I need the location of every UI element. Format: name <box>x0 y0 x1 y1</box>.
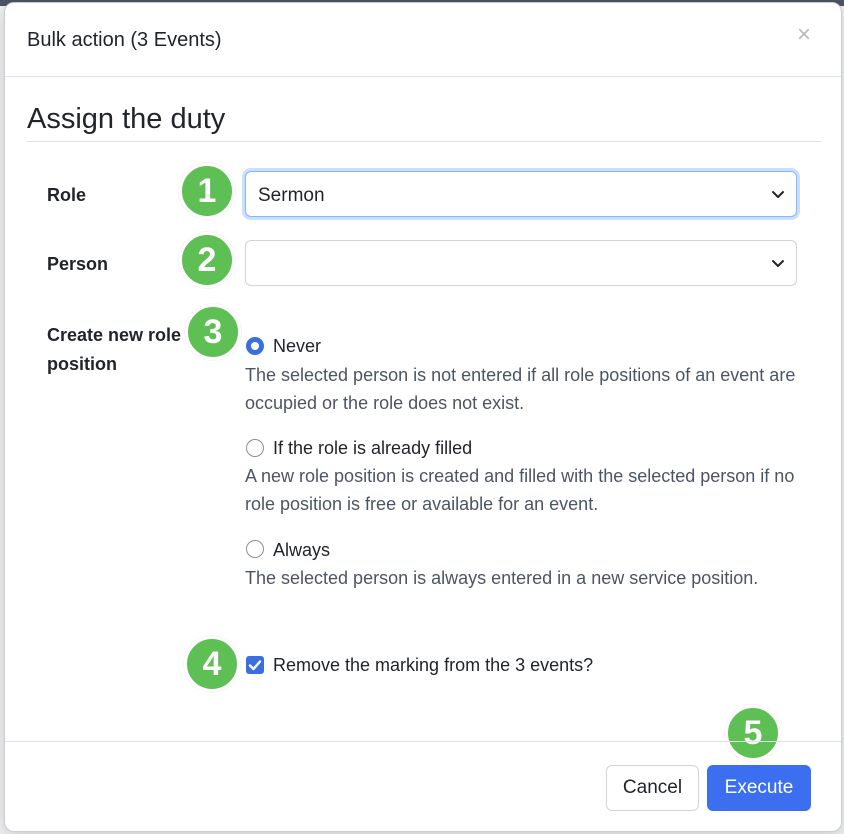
person-select[interactable] <box>245 240 797 286</box>
radio-never[interactable] <box>246 337 264 355</box>
annotation-badge-2: 2 <box>179 232 235 288</box>
checkmark-icon <box>248 660 262 671</box>
person-label: Person <box>47 254 109 274</box>
footer-divider <box>5 741 841 742</box>
section-divider <box>27 141 821 142</box>
bulk-action-dialog: Bulk action (3 Events) × Assign the duty… <box>4 2 842 832</box>
radio-always-help: The selected person is always entered in… <box>245 568 759 588</box>
execute-button[interactable]: Execute <box>707 765 811 811</box>
dialog-header: Bulk action (3 Events) × <box>5 3 841 77</box>
annotation-badge-3: 3 <box>185 304 241 360</box>
role-select[interactable]: Sermon <box>245 171 797 217</box>
chevron-down-icon <box>772 260 784 267</box>
chevron-down-icon <box>772 191 784 198</box>
role-label: Role <box>47 185 87 205</box>
radio-if-filled[interactable] <box>246 439 264 457</box>
remove-marking-label[interactable]: Remove the marking from the 3 events? <box>273 655 593 676</box>
create-position-label: Create new role position <box>47 325 182 374</box>
cancel-button[interactable]: Cancel <box>606 765 699 811</box>
close-icon[interactable]: × <box>797 23 811 47</box>
annotation-badge-5: 5 <box>725 705 781 761</box>
radio-never-label[interactable]: Never <box>273 336 321 357</box>
radio-never-help: The selected person is not entered if al… <box>245 365 796 413</box>
remove-marking-checkbox[interactable] <box>246 656 264 674</box>
radio-if-filled-help: A new role position is created and fille… <box>245 466 795 514</box>
section-title: Assign the duty <box>27 103 226 135</box>
radio-always[interactable] <box>246 540 264 558</box>
role-select-value: Sermon <box>258 185 325 206</box>
annotation-badge-4: 4 <box>184 636 240 692</box>
dialog-title: Bulk action (3 Events) <box>27 29 222 51</box>
annotation-badge-1: 1 <box>179 163 235 219</box>
radio-if-filled-label[interactable]: If the role is already filled <box>273 438 472 459</box>
radio-always-label[interactable]: Always <box>273 540 330 561</box>
